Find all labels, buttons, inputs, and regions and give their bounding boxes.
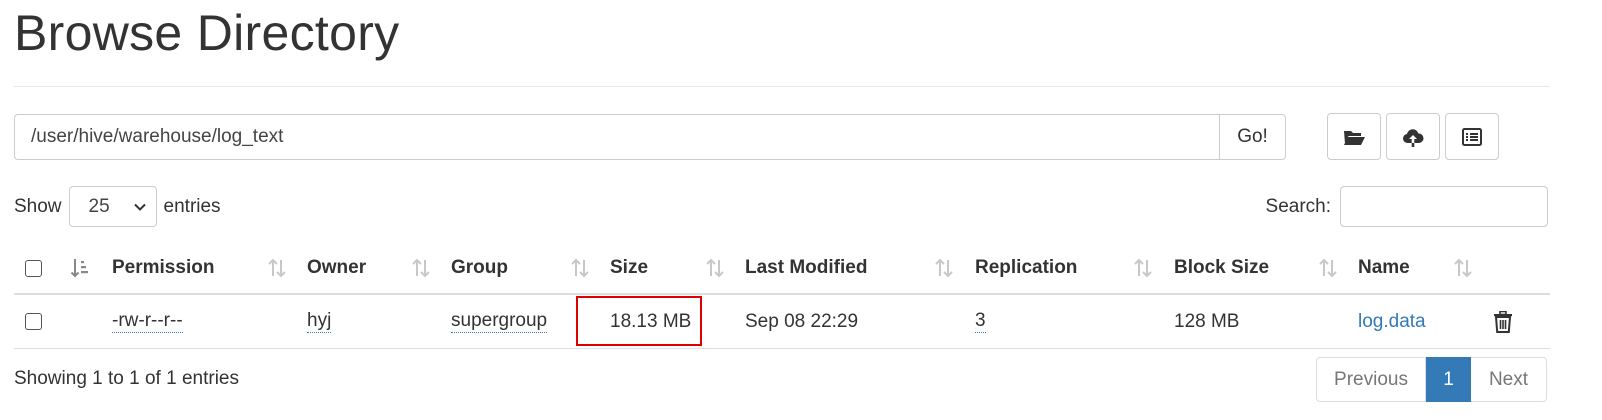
sort-icon[interactable] — [704, 256, 726, 280]
cut-paste-button[interactable] — [1445, 113, 1499, 160]
row-checkbox[interactable] — [25, 295, 42, 348]
owner-cell[interactable]: hyj — [307, 295, 332, 348]
header-name[interactable]: Name — [1358, 243, 1410, 293]
page-1-button[interactable]: 1 — [1426, 357, 1471, 402]
search-label: Search: — [1265, 195, 1331, 217]
delete-button[interactable] — [1493, 295, 1513, 348]
entries-per-page-select[interactable]: 25 — [68, 186, 157, 227]
folder-open-icon — [1344, 130, 1365, 145]
directory-path-input[interactable] — [14, 114, 1219, 160]
group-cell[interactable]: supergroup — [451, 295, 548, 348]
show-label: Show — [14, 195, 62, 217]
sort-icon[interactable] — [410, 256, 432, 280]
list-alt-icon — [1462, 127, 1482, 146]
file-table: Permission Owner Group Size Last Modifie… — [14, 243, 1550, 349]
go-button[interactable]: Go! — [1219, 114, 1286, 160]
name-cell[interactable]: log.data — [1358, 295, 1426, 348]
table-info: Showing 1 to 1 of 1 entries — [14, 368, 239, 389]
create-directory-button[interactable] — [1327, 113, 1381, 160]
previous-page-button[interactable]: Previous — [1316, 357, 1426, 402]
header-last-modified[interactable]: Last Modified — [745, 243, 867, 293]
header-owner[interactable]: Owner — [307, 243, 366, 293]
sort-icon[interactable] — [1317, 256, 1339, 280]
sort-icon[interactable] — [933, 256, 955, 280]
sort-asc-icon[interactable] — [70, 256, 92, 280]
entries-label: entries — [163, 195, 221, 217]
chevron-down-icon — [133, 203, 146, 211]
path-bar: Go! — [14, 114, 1286, 160]
block-size-cell: 128 MB — [1174, 310, 1240, 332]
table-header: Permission Owner Group Size Last Modifie… — [14, 243, 1550, 295]
trash-icon — [1494, 310, 1512, 333]
upload-files-button[interactable] — [1386, 113, 1440, 160]
pagination: Previous 1 Next — [1316, 357, 1547, 402]
header-group[interactable]: Group — [451, 243, 508, 293]
header-size[interactable]: Size — [610, 243, 648, 293]
cloud-upload-icon — [1402, 128, 1424, 147]
header-block-size[interactable]: Block Size — [1174, 243, 1269, 293]
file-name-link[interactable]: log.data — [1358, 311, 1426, 333]
header-replication[interactable]: Replication — [975, 243, 1077, 293]
replication-cell[interactable]: 3 — [975, 295, 986, 348]
entries-length-control: Show 25 entries — [14, 186, 221, 227]
last-modified-cell: Sep 08 22:29 — [745, 310, 859, 332]
entries-per-page-value: 25 — [88, 195, 110, 217]
header-permission[interactable]: Permission — [112, 243, 214, 293]
sort-icon[interactable] — [266, 256, 288, 280]
table-search: Search: — [1266, 186, 1548, 227]
next-page-button[interactable]: Next — [1471, 357, 1547, 402]
permission-cell[interactable]: -rw-r--r-- — [112, 295, 183, 348]
sort-icon[interactable] — [1452, 256, 1474, 280]
title-divider — [14, 86, 1550, 87]
search-input[interactable] — [1340, 186, 1548, 227]
sort-icon[interactable] — [1132, 256, 1154, 280]
table-row: -rw-r--r-- hyj supergroup 18.13 MB Sep 0… — [14, 295, 1550, 349]
page-title: Browse Directory — [14, 5, 400, 61]
sort-icon[interactable] — [569, 256, 591, 280]
size-highlight-box — [576, 296, 702, 346]
select-all-checkbox[interactable] — [25, 243, 42, 293]
